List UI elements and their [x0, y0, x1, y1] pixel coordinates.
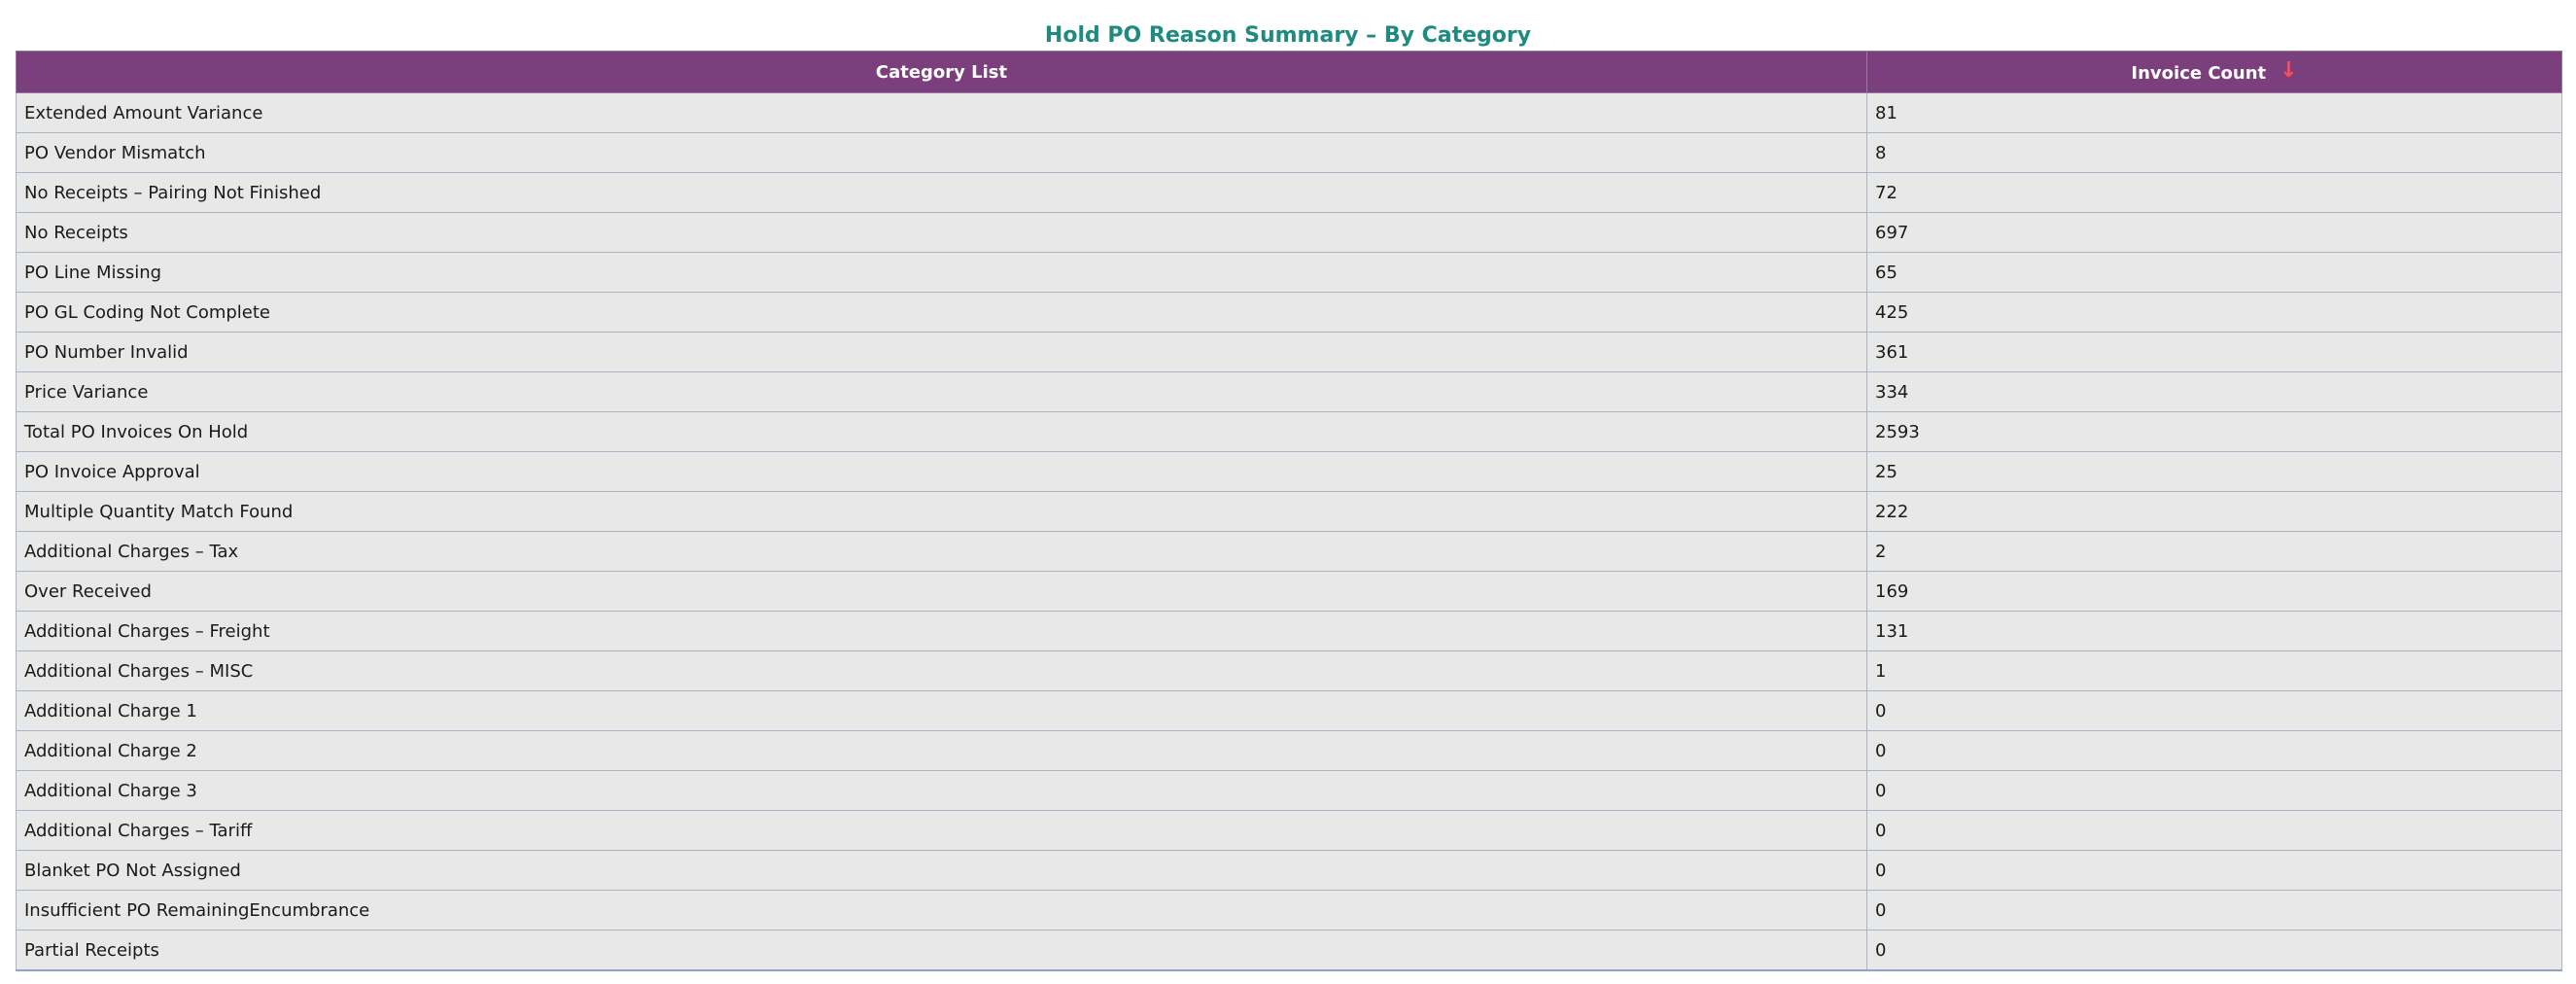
sort-descending-arrow-icon[interactable]: ↓ — [2280, 58, 2297, 83]
invoice-count-cell: 0 — [1866, 810, 2562, 851]
category-cell: PO Number Invalid — [16, 332, 1867, 372]
invoice-count-cell: 131 — [1866, 611, 2562, 651]
table-row[interactable]: PO Number Invalid 361 — [16, 332, 2562, 372]
table-row[interactable]: Additional Charge 20 — [16, 730, 2562, 771]
table-row[interactable]: No Receipts 697 — [16, 212, 2562, 253]
invoice-count-cell: 425 — [1866, 292, 2562, 333]
table-row[interactable]: Total PO Invoices On Hold 2593 — [16, 411, 2562, 452]
category-cell: Extended Amount Variance — [16, 92, 1867, 133]
table-row[interactable]: Blanket PO Not Assigned 0 — [16, 850, 2562, 891]
invoice-count-cell: 697 — [1866, 212, 2562, 253]
invoice-count-cell: 222 — [1866, 491, 2562, 532]
category-cell: Blanket PO Not Assigned — [16, 850, 1867, 891]
category-cell: Partial Receipts — [16, 930, 1867, 971]
category-cell: No Receipts — [16, 212, 1867, 253]
category-cell: Insufficient PO RemainingEncumbrance — [16, 890, 1867, 931]
column-header-invoice-count[interactable]: Invoice Count ↓ — [1866, 51, 2562, 93]
invoice-count-cell: 169 — [1866, 571, 2562, 612]
table-row[interactable]: Additional Charges – MISC 1 — [16, 650, 2562, 691]
category-cell: Multiple Quantity Match Found — [16, 491, 1867, 532]
invoice-count-cell: 0 — [1866, 770, 2562, 811]
table-row[interactable]: PO Vendor Mismatch 8 — [16, 132, 2562, 173]
category-cell: PO Line Missing — [16, 252, 1867, 293]
invoice-count-cell: 1 — [1866, 650, 2562, 691]
column-header-category-label: Category List — [875, 61, 1008, 83]
column-header-category[interactable]: Category List — [16, 51, 1867, 93]
table-row[interactable]: PO GL Coding Not Complete 425 — [16, 292, 2562, 333]
table-row[interactable]: Additional Charges – Tariff 0 — [16, 810, 2562, 851]
invoice-count-cell: 65 — [1866, 252, 2562, 293]
invoice-count-cell: 361 — [1866, 332, 2562, 372]
table-row[interactable]: PO Line Missing 65 — [16, 252, 2562, 293]
category-cell: Additional Charges – Tariff — [16, 810, 1867, 851]
category-cell: No Receipts – Pairing Not Finished — [16, 172, 1867, 213]
category-cell: PO Invoice Approval — [16, 451, 1867, 492]
invoice-count-cell: 0 — [1866, 850, 2562, 891]
table-row[interactable]: No Receipts – Pairing Not Finished 72 — [16, 172, 2562, 213]
invoice-count-cell: 0 — [1866, 730, 2562, 771]
invoice-count-cell: 0 — [1866, 690, 2562, 731]
invoice-count-cell: 334 — [1866, 371, 2562, 412]
table-row[interactable]: Additional Charge 30 — [16, 770, 2562, 811]
invoice-count-cell: 8 — [1866, 132, 2562, 173]
table-row[interactable]: Insufficient PO RemainingEncumbrance 0 — [16, 890, 2562, 931]
category-cell: Additional Charges – Freight — [16, 611, 1867, 651]
table-row[interactable]: Price Variance 334 — [16, 371, 2562, 412]
category-cell: PO Vendor Mismatch — [16, 132, 1867, 173]
category-cell: Additional Charge 3 — [16, 770, 1867, 811]
report-title: Hold PO Reason Summary – By Category — [1044, 23, 1532, 48]
category-cell: Additional Charge 1 — [16, 690, 1867, 731]
table-row[interactable]: Additional Charge 10 — [16, 690, 2562, 731]
table-row[interactable]: PO Invoice Approval 25 — [16, 451, 2562, 492]
category-cell: Over Received — [16, 571, 1867, 612]
invoice-count-cell: 2593 — [1866, 411, 2562, 452]
hold-po-summary-table: Category List Invoice Count ↓ Extended Am… — [16, 51, 2562, 971]
invoice-count-cell: 72 — [1866, 172, 2562, 213]
table-row[interactable]: Partial Receipts 0 — [16, 930, 2562, 971]
invoice-count-cell: 0 — [1866, 890, 2562, 931]
category-cell: Price Variance — [16, 371, 1867, 412]
table-row[interactable]: Multiple Quantity Match Found 222 — [16, 491, 2562, 532]
column-header-invoice-count-label: Invoice Count — [2131, 62, 2267, 84]
category-cell: Additional Charge 2 — [16, 730, 1867, 771]
table-header-row: Category List Invoice Count ↓ — [16, 51, 2562, 93]
category-cell: Additional Charges – MISC — [16, 650, 1867, 691]
category-cell: Total PO Invoices On Hold — [16, 411, 1867, 452]
table-row[interactable]: Extended Amount Variance 81 — [16, 92, 2562, 133]
table-row[interactable]: Over Received 169 — [16, 571, 2562, 612]
category-cell: PO GL Coding Not Complete — [16, 292, 1867, 333]
invoice-count-cell: 2 — [1866, 531, 2562, 572]
invoice-count-cell: 81 — [1866, 92, 2562, 133]
table-row[interactable]: Additional Charges – Tax 2 — [16, 531, 2562, 572]
invoice-count-cell: 0 — [1866, 930, 2562, 971]
category-cell: Additional Charges – Tax — [16, 531, 1867, 572]
table-row[interactable]: Additional Charges – Freight 131 — [16, 611, 2562, 651]
invoice-count-cell: 25 — [1866, 451, 2562, 492]
